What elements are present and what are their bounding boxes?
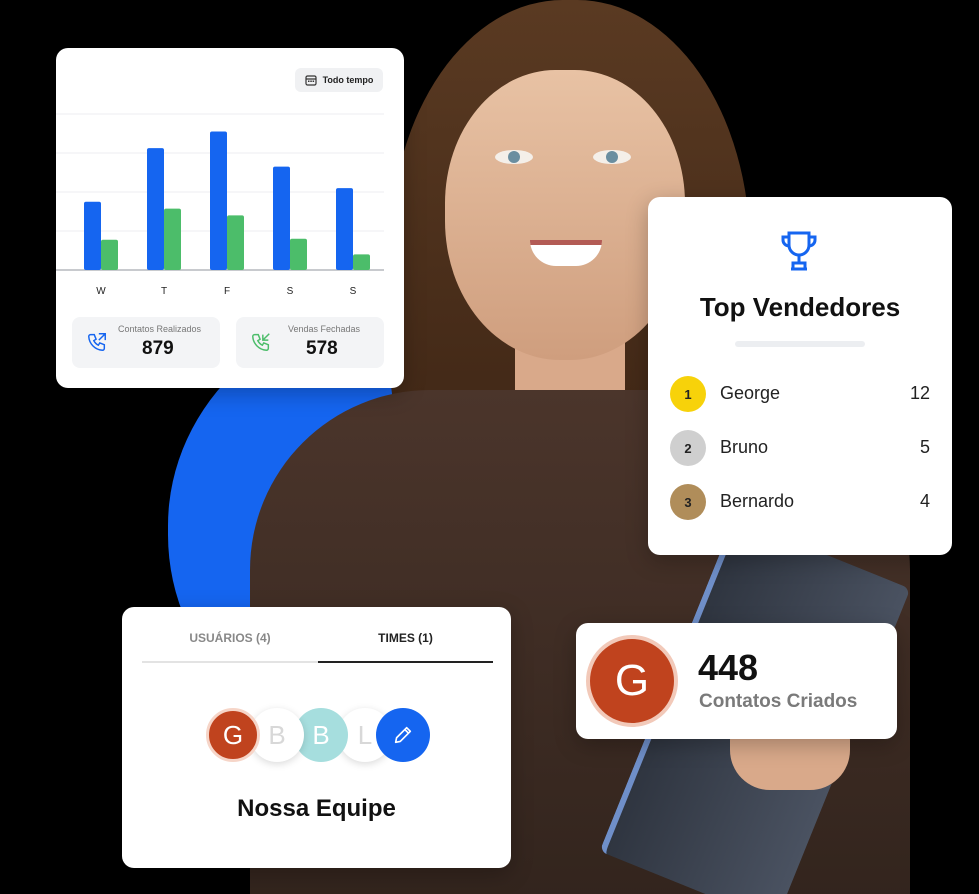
bar-contacts[interactable] bbox=[273, 166, 290, 270]
divider bbox=[735, 341, 865, 347]
rank-badge: 2 bbox=[670, 430, 706, 466]
bar-sales[interactable] bbox=[227, 215, 244, 270]
period-filter-button[interactable]: Todo tempo bbox=[295, 68, 383, 92]
seller-row[interactable]: 2 Bruno 5 bbox=[670, 428, 930, 468]
seller-name: Bruno bbox=[720, 437, 769, 457]
rank-badge: 1 bbox=[670, 376, 706, 412]
bar-contacts[interactable] bbox=[84, 201, 101, 270]
x-tick-label: T bbox=[161, 286, 167, 297]
edit-team-button[interactable] bbox=[376, 708, 430, 762]
team-title: Nossa Equipe bbox=[237, 795, 396, 822]
seller-score: 4 bbox=[919, 491, 930, 511]
team-avatars: G B B L bbox=[206, 708, 436, 764]
phone-outgoing-icon bbox=[88, 333, 106, 351]
avatar[interactable]: G bbox=[206, 708, 260, 762]
contacts-created-label: Contatos Criados bbox=[699, 691, 858, 712]
bar-contacts[interactable] bbox=[210, 131, 227, 270]
team-card: USUÁRIOS (4) TIMES (1) G B B L Nossa Equ… bbox=[122, 607, 511, 868]
sales-closed-stat: Vendas Fechadas 578 bbox=[236, 317, 384, 368]
rank-badge: 3 bbox=[670, 484, 706, 520]
bar-sales[interactable] bbox=[164, 208, 181, 270]
bar-contacts[interactable] bbox=[336, 188, 353, 270]
bar-contacts[interactable] bbox=[147, 148, 164, 270]
seller-name: Bernardo bbox=[720, 491, 795, 511]
bar-sales[interactable] bbox=[290, 238, 307, 270]
seller-row[interactable]: 1 George 12 bbox=[670, 374, 930, 414]
sales-closed-label: Vendas Fechadas bbox=[288, 324, 361, 334]
bar-chart: WTFSS bbox=[56, 113, 384, 297]
seller-score: 12 bbox=[909, 383, 930, 403]
x-tick-label: W bbox=[96, 286, 106, 297]
avatar: G bbox=[586, 635, 678, 727]
contacts-made-label: Contatos Realizados bbox=[118, 324, 202, 334]
tab-times[interactable]: TIMES (1) bbox=[318, 631, 493, 663]
sales-chart-card: Todo tempo W T F S S Contatos Realizados 879… bbox=[56, 48, 404, 388]
x-tick-label: S bbox=[350, 286, 357, 297]
period-filter-label: Todo tempo bbox=[322, 75, 374, 85]
contacts-created-card: G 448 Contatos Criados bbox=[576, 623, 897, 739]
sales-closed-value: 578 bbox=[306, 338, 338, 359]
contacts-made-value: 879 bbox=[142, 338, 174, 359]
contacts-created-value: 448 bbox=[698, 647, 759, 688]
calendar-icon bbox=[304, 75, 317, 86]
x-tick-label: F bbox=[224, 286, 230, 297]
bar-sales[interactable] bbox=[101, 239, 118, 270]
top-sellers-title: Top Vendedores bbox=[699, 292, 901, 322]
phone-incoming-icon bbox=[252, 333, 270, 351]
seller-score: 5 bbox=[919, 437, 930, 457]
seller-name: George bbox=[720, 383, 781, 403]
x-tick-label: S bbox=[287, 286, 294, 297]
top-sellers-card: Top Vendedores 1 George 12 2 Bruno 5 3 B… bbox=[648, 197, 952, 555]
bar-sales[interactable] bbox=[353, 254, 370, 270]
contacts-made-stat: Contatos Realizados 879 bbox=[72, 317, 220, 368]
tab-users[interactable]: USUÁRIOS (4) bbox=[142, 631, 318, 663]
trophy-icon bbox=[781, 231, 817, 271]
seller-row[interactable]: 3 Bernardo 4 bbox=[670, 482, 930, 522]
pencil-icon bbox=[394, 726, 412, 744]
